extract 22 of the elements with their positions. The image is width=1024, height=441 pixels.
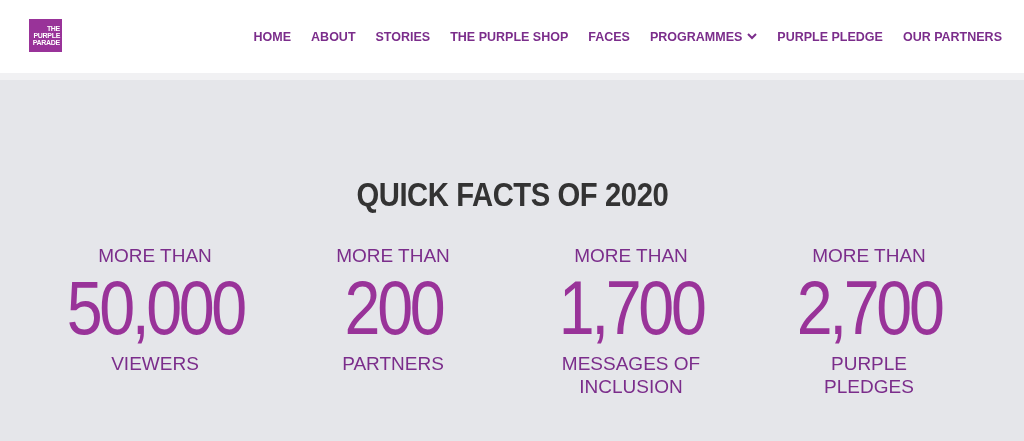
fact-prefix: MORE THAN bbox=[812, 244, 926, 267]
nav-link[interactable]: STORIES bbox=[375, 29, 431, 44]
nav-link[interactable]: OUR PARTNERS bbox=[902, 29, 1002, 44]
nav-link[interactable]: FACES bbox=[588, 29, 630, 44]
nav-link[interactable]: THE PURPLE SHOP bbox=[450, 29, 569, 44]
fact-caption: VIEWERS bbox=[110, 352, 200, 375]
nav-link[interactable]: PURPLE PLEDGE bbox=[777, 29, 883, 44]
section-title: QUICK FACTS OF 2020 bbox=[356, 175, 668, 214]
fact-caption: PARTNERS bbox=[341, 352, 445, 375]
nav-link[interactable]: ABOUT bbox=[311, 29, 356, 44]
fact-prefix: MORE THAN bbox=[574, 244, 688, 267]
fact-caption: MESSAGES OF INCLUSION bbox=[560, 352, 702, 398]
nav-link[interactable]: HOME bbox=[253, 29, 292, 44]
nav-link[interactable]: PROGRAMMES bbox=[649, 29, 758, 44]
fact-caption: PURPLE PLEDGES bbox=[823, 352, 915, 398]
fact-number: 200 bbox=[344, 269, 442, 347]
fact-number: 50,000 bbox=[66, 269, 244, 347]
fact-number: 1,700 bbox=[558, 269, 704, 347]
fact-prefix: MORE THAN bbox=[336, 244, 450, 267]
fact-number: 2,700 bbox=[796, 269, 942, 347]
fact-prefix: MORE THAN bbox=[98, 244, 212, 267]
chevron-down-icon bbox=[747, 33, 758, 40]
